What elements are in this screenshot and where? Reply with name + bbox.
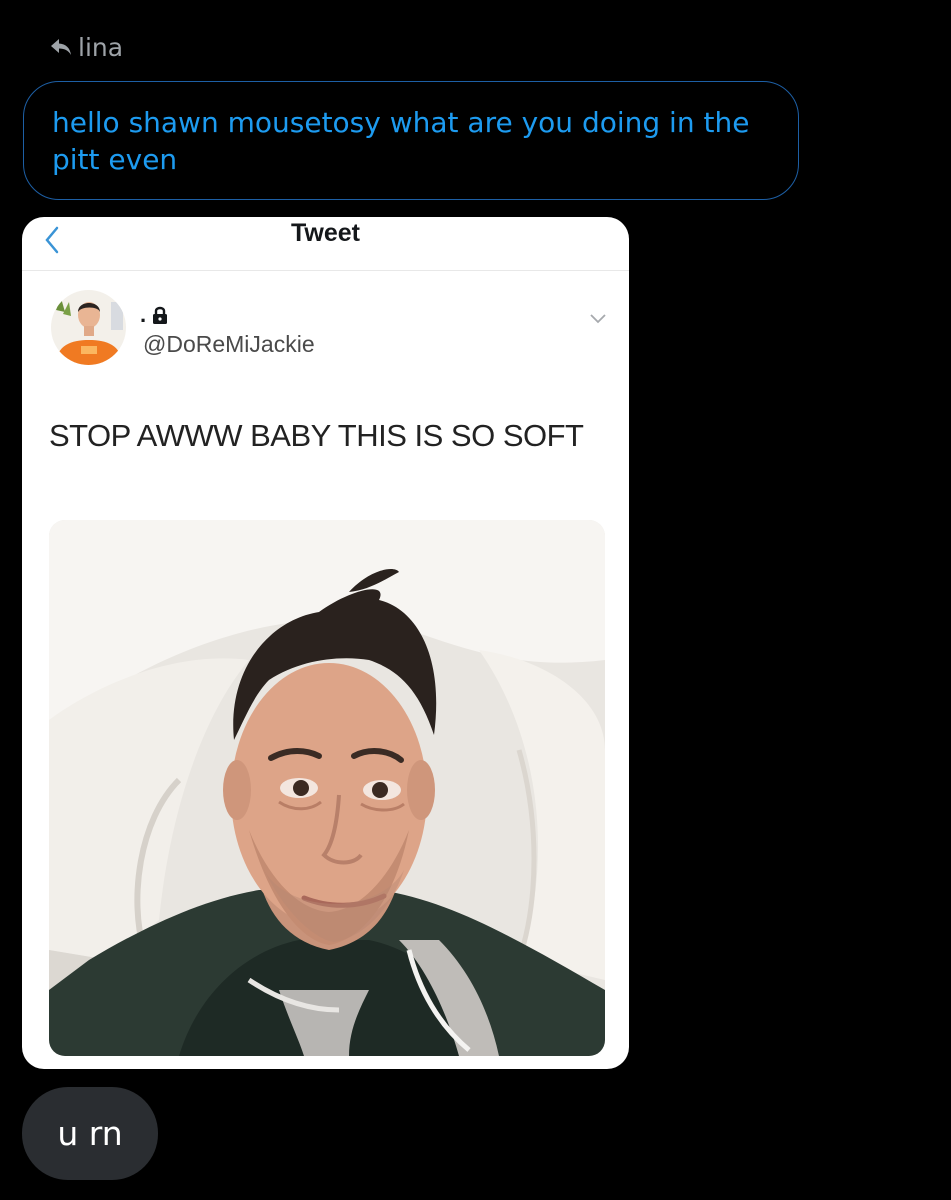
tweet-topbar: Tweet xyxy=(22,217,629,271)
tweet-text: STOP AWWW BABY THIS IS SO SOFT xyxy=(49,418,584,453)
avatar xyxy=(51,290,126,365)
chevron-down-icon[interactable] xyxy=(588,312,608,326)
reply-arrow-icon xyxy=(51,39,71,55)
tweet-header-title: Tweet xyxy=(291,219,360,247)
quoted-message-text: hello shawn mousetosy what are you doing… xyxy=(52,106,750,176)
reply-to-name: lina xyxy=(78,32,124,62)
tweet-photo[interactable] xyxy=(49,520,605,1056)
reply-to-header: lina xyxy=(50,30,123,64)
tweet-handle: @DoReMiJackie xyxy=(143,331,315,357)
quoted-message-bubble[interactable]: hello shawn mousetosy what are you doing… xyxy=(23,81,799,200)
display-name: . xyxy=(140,302,147,327)
lock-icon xyxy=(153,306,168,324)
tweet-author-name: . xyxy=(140,302,168,328)
incoming-message-text: u rn xyxy=(57,1114,123,1153)
incoming-message-bubble[interactable]: u rn xyxy=(22,1087,158,1180)
tweet-screenshot-card[interactable]: Tweet . @DoReMiJackie STOP AWWW BABY THI… xyxy=(22,217,629,1069)
